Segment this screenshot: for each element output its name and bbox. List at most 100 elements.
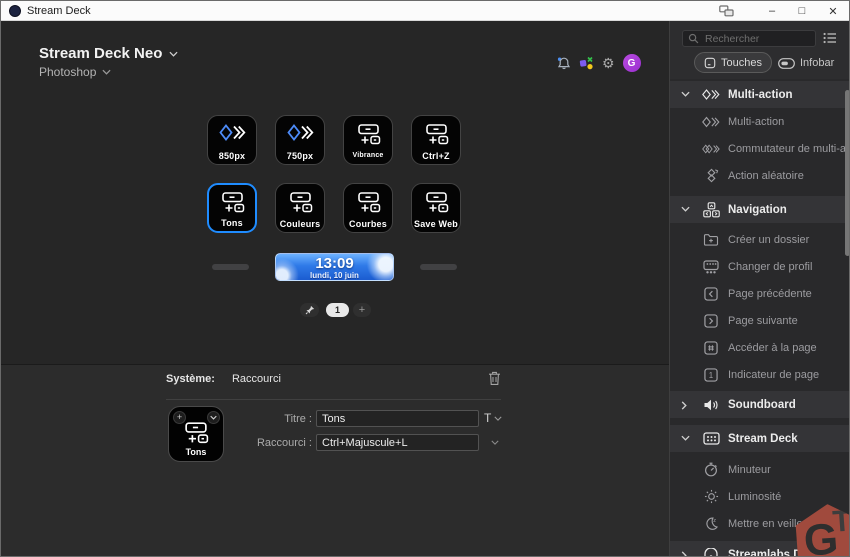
navigation-icon <box>702 201 720 218</box>
sidebar-scrollbar[interactable] <box>845 90 849 256</box>
action-previous-page[interactable]: Page précédente <box>670 280 849 307</box>
hotkey-icon <box>169 422 223 444</box>
folder-plus-icon <box>702 231 720 248</box>
sidebar-section-soundboard[interactable]: Soundboard <box>670 391 849 418</box>
hotkey-icon <box>412 192 460 213</box>
chevron-down-icon <box>169 51 178 57</box>
tab-infobar[interactable]: Infobar <box>778 55 834 71</box>
list-view-icon[interactable] <box>823 32 837 44</box>
page-1-button[interactable]: 1 <box>326 303 349 317</box>
sidebar-section-navigation[interactable]: Navigation <box>670 196 849 223</box>
profile-name: Photoshop <box>39 65 97 79</box>
multi-action-icon <box>208 124 256 141</box>
key-preview[interactable]: + Tons <box>168 406 224 462</box>
action-brightness[interactable]: Luminosité <box>670 483 849 510</box>
key-label: Couleurs <box>279 219 321 229</box>
key-save-web[interactable]: Save Web <box>411 183 461 233</box>
chevron-down-icon <box>681 91 690 97</box>
shortcut-options-chevron-icon[interactable] <box>491 440 499 445</box>
plus-icon: + <box>358 303 366 316</box>
action-next-page[interactable]: Page suivante <box>670 307 849 334</box>
title-input[interactable] <box>316 410 479 427</box>
text-style-icon: T <box>484 411 492 425</box>
maximize-button[interactable]: □ <box>787 1 817 21</box>
soundboard-icon <box>702 396 720 413</box>
devices-icon[interactable] <box>711 1 741 21</box>
header-icon-cluster: ⚙ G <box>557 51 657 75</box>
tab-touches[interactable]: Touches <box>694 52 772 73</box>
shortcut-input[interactable] <box>316 434 479 451</box>
key-ctrl-z[interactable]: Ctrl+Z <box>411 115 461 165</box>
action-inspector: Système: Raccourci + Tons Titre: Tons T… <box>1 364 669 556</box>
touch-point-right[interactable] <box>420 264 457 270</box>
device-selector[interactable]: Stream Deck Neo <box>39 45 178 62</box>
profile-grid-icon <box>702 258 720 275</box>
page-indicator-icon: 1 <box>702 366 720 383</box>
search-input[interactable] <box>703 31 810 46</box>
account-avatar[interactable]: G <box>622 54 641 72</box>
action-multi-action[interactable]: Multi-action <box>670 108 849 135</box>
action-switch-profile[interactable]: Changer de profil <box>670 253 849 280</box>
sidebar-section-multi-action[interactable]: Multi-action <box>670 81 849 108</box>
action-category: Système: <box>166 373 215 385</box>
title-field-label: Titre : <box>284 413 312 425</box>
hotkey-icon <box>412 124 460 145</box>
clock-date: lundi, 10 juin <box>310 271 359 280</box>
pin-icon <box>305 305 314 315</box>
delete-action-button[interactable] <box>488 371 501 386</box>
key-label: Save Web <box>414 219 458 229</box>
notifications-bell-icon[interactable] <box>557 56 571 71</box>
clock-screen[interactable]: 13:09 lundi, 10 juin <box>275 253 394 281</box>
key-label: Ctrl+Z <box>422 151 450 161</box>
multi-action-switcher-icon <box>702 140 720 157</box>
stream-deck-window: Stream Deck – □ ✕ Stream Deck Neo Photos… <box>0 0 850 557</box>
marketplace-icon[interactable] <box>579 56 594 71</box>
hotkey-icon <box>344 124 392 145</box>
key-label: 850px <box>218 151 246 161</box>
action-goto-page[interactable]: Accéder à la page <box>670 334 849 361</box>
key-icon <box>704 57 716 68</box>
hotkey-icon <box>209 192 255 213</box>
streamlabs-icon <box>702 546 720 556</box>
key-tons-selected[interactable]: Tons <box>207 183 257 233</box>
add-page-button[interactable]: + <box>353 303 371 317</box>
key-courbes[interactable]: Courbes <box>343 183 393 233</box>
tab-infobar-label: Infobar <box>800 57 835 69</box>
pin-page-button[interactable] <box>300 303 319 317</box>
minimize-button[interactable]: – <box>757 1 787 21</box>
action-create-folder[interactable]: Créer un dossier <box>670 226 849 253</box>
chevron-down-icon <box>681 206 690 212</box>
key-label: Tons <box>221 218 243 228</box>
search-icon <box>688 33 699 44</box>
profile-selector[interactable]: Photoshop <box>39 65 111 79</box>
stream-deck-icon <box>702 430 720 447</box>
action-page-indicator[interactable]: 1 Indicateur de page <box>670 361 849 388</box>
close-button[interactable]: ✕ <box>818 1 848 21</box>
inspector-breadcrumb: Système: Raccourci <box>166 373 281 385</box>
search-box[interactable] <box>682 30 816 47</box>
page-next-icon <box>702 312 720 329</box>
key-couleurs[interactable]: Couleurs <box>275 183 325 233</box>
settings-gear-icon[interactable]: ⚙ <box>602 56 615 70</box>
title-style-dropdown[interactable]: T <box>484 411 502 425</box>
action-type: Raccourci <box>231 373 281 385</box>
touch-point-left[interactable] <box>212 264 249 270</box>
multi-action-icon <box>702 86 720 103</box>
action-random[interactable]: Action aléatoire <box>670 162 849 189</box>
sidebar-section-stream-deck[interactable]: Stream Deck <box>670 425 849 452</box>
action-timer[interactable]: Minuteur <box>670 456 849 483</box>
key-vibrance[interactable]: Vibrance <box>343 115 393 165</box>
hotkey-icon <box>276 192 324 213</box>
key-label: Courbes <box>349 219 387 229</box>
titlebar: Stream Deck – □ ✕ <box>1 1 849 21</box>
key-850px[interactable]: 850px <box>207 115 257 165</box>
main-canvas: Stream Deck Neo Photoshop ⚙ G 850px 750p… <box>1 21 669 364</box>
random-action-icon <box>702 167 720 184</box>
shortcut-field-label: Raccourci : <box>256 437 312 449</box>
page-number-icon <box>702 339 720 356</box>
window-title: Stream Deck <box>27 5 91 17</box>
key-750px[interactable]: 750px <box>275 115 325 165</box>
multi-action-icon <box>276 124 324 141</box>
device-name: Stream Deck Neo <box>39 45 163 62</box>
action-multi-action-switcher[interactable]: Commutateur de multi-actions <box>670 135 849 162</box>
